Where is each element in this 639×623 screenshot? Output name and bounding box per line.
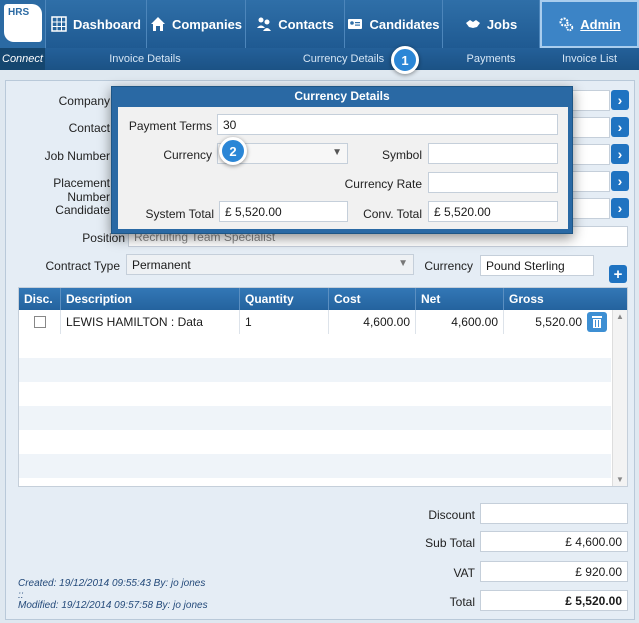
system-total-value: £ 5,520.00 bbox=[219, 201, 348, 222]
col-disc: Disc. bbox=[19, 288, 61, 310]
symbol-label: Symbol bbox=[381, 148, 422, 162]
contact-arrow-button[interactable]: › bbox=[611, 117, 629, 137]
trash-icon[interactable] bbox=[587, 312, 607, 332]
step-callout-2: 2 bbox=[219, 137, 247, 165]
modified-info: Modified: 19/12/2014 09:57:58 By: jo jon… bbox=[18, 600, 208, 611]
contact-label: Contact bbox=[68, 121, 110, 135]
symbol-input[interactable] bbox=[428, 143, 558, 164]
company-arrow-button[interactable]: › bbox=[611, 90, 629, 110]
home-icon bbox=[150, 17, 165, 31]
discount-input[interactable] bbox=[480, 503, 628, 524]
empty-row bbox=[19, 382, 611, 406]
add-row-button[interactable]: + bbox=[609, 265, 627, 283]
created-info: Created: 19/12/2014 09:55:43 By: jo jone… bbox=[18, 578, 206, 589]
candidate-arrow-button[interactable]: › bbox=[611, 198, 629, 218]
currency-rate-label: Currency Rate bbox=[344, 177, 422, 191]
empty-row bbox=[19, 358, 611, 382]
empty-row bbox=[19, 406, 611, 430]
hrs-logo: HRS bbox=[4, 4, 42, 42]
company-label: Company bbox=[58, 94, 110, 108]
gears-icon bbox=[559, 17, 574, 32]
logo-area: HRS bbox=[0, 0, 45, 48]
connect-label: Connect bbox=[0, 48, 45, 70]
currency-input[interactable]: Pound Sterling bbox=[480, 255, 594, 276]
dialog-body: Payment Terms 30 Currency ▼ Symbol Curre… bbox=[118, 107, 568, 229]
nav-contacts-label: Contacts bbox=[278, 16, 334, 32]
empty-row bbox=[19, 454, 611, 478]
empty-row bbox=[19, 430, 611, 454]
table-header: Disc. Description Quantity Cost Net Gros… bbox=[19, 288, 627, 310]
nav-contacts[interactable]: Contacts bbox=[245, 0, 344, 48]
nav-companies[interactable]: Companies bbox=[146, 0, 245, 48]
subtotal-value: £ 4,600.00 bbox=[480, 531, 628, 552]
nav-admin-label: Admin bbox=[580, 16, 621, 32]
currency-rate-input[interactable] bbox=[428, 172, 558, 193]
nav-companies-label: Companies bbox=[171, 16, 243, 32]
col-description: Description bbox=[61, 288, 240, 310]
col-net: Net bbox=[416, 288, 504, 310]
empty-row bbox=[19, 334, 611, 358]
placement-number-arrow-button[interactable]: › bbox=[611, 171, 629, 191]
top-nav: HRS Dashboard Companies Contacts Candida… bbox=[0, 0, 639, 48]
tab-invoice-list[interactable]: Invoice List bbox=[540, 48, 639, 70]
row-net: 4,600.00 bbox=[416, 310, 504, 334]
table-row[interactable]: LEWIS HAMILTON : Data 1 4,600.00 4,600.0… bbox=[19, 310, 611, 334]
table-scrollbar[interactable]: ▲ ▼ bbox=[612, 310, 627, 486]
col-quantity: Quantity bbox=[240, 288, 329, 310]
vat-value: £ 920.00 bbox=[480, 561, 628, 582]
disc-checkbox[interactable] bbox=[33, 316, 46, 328]
contract-type-value: Permanent bbox=[132, 258, 191, 272]
modal-currency-label: Currency bbox=[163, 148, 212, 162]
system-total-label: System Total bbox=[145, 207, 214, 221]
nav-admin[interactable]: Admin bbox=[539, 0, 639, 48]
chevron-down-icon: ▼ bbox=[398, 258, 408, 269]
candidate-label: Candidate bbox=[55, 203, 110, 217]
nav-dashboard[interactable]: Dashboard bbox=[45, 0, 146, 48]
row-description: LEWIS HAMILTON : Data bbox=[61, 310, 240, 334]
contract-type-label: Contract Type bbox=[45, 259, 120, 273]
vat-label: VAT bbox=[453, 566, 475, 580]
sub-nav: Connect Invoice Details Currency Details… bbox=[0, 48, 639, 70]
total-value: £ 5,520.00 bbox=[480, 590, 628, 611]
payment-terms-input[interactable]: 30 bbox=[217, 114, 558, 135]
col-cost: Cost bbox=[329, 288, 416, 310]
job-number-arrow-button[interactable]: › bbox=[611, 144, 629, 164]
scroll-up-icon[interactable]: ▲ bbox=[616, 312, 624, 321]
people-icon bbox=[257, 17, 272, 31]
scroll-down-icon[interactable]: ▼ bbox=[616, 475, 624, 484]
contract-type-select[interactable]: Permanent ▼ bbox=[126, 254, 414, 275]
row-gross: 5,520.00 bbox=[535, 315, 582, 329]
currency-label: Currency bbox=[424, 259, 473, 273]
total-label: Total bbox=[449, 595, 475, 609]
row-cost: 4,600.00 bbox=[329, 310, 416, 334]
dialog-title: Currency Details bbox=[294, 89, 390, 103]
tab-invoice-details[interactable]: Invoice Details bbox=[45, 48, 245, 70]
job-number-label: Job Number bbox=[44, 149, 110, 163]
nav-candidates-label: Candidates bbox=[369, 16, 440, 32]
nav-dashboard-label: Dashboard bbox=[73, 16, 141, 32]
payment-terms-label: Payment Terms bbox=[128, 119, 212, 133]
row-quantity: 1 bbox=[240, 310, 329, 334]
tab-payments[interactable]: Payments bbox=[442, 48, 540, 70]
conv-total-value: £ 5,520.00 bbox=[428, 201, 558, 222]
position-label: Position bbox=[82, 231, 125, 245]
chevron-down-icon: ▼ bbox=[332, 147, 342, 158]
nav-jobs-label: Jobs bbox=[486, 16, 518, 32]
conv-total-label: Conv. Total bbox=[363, 207, 422, 221]
grid-icon bbox=[51, 16, 67, 32]
step-callout-1: 1 bbox=[391, 46, 419, 74]
discount-label: Discount bbox=[428, 508, 475, 522]
currency-details-dialog: Currency Details Payment Terms 30 Curren… bbox=[111, 86, 573, 234]
col-gross: Gross bbox=[509, 292, 544, 306]
nav-candidates[interactable]: Candidates bbox=[344, 0, 442, 48]
invoice-lines-table: Disc. Description Quantity Cost Net Gros… bbox=[18, 287, 628, 487]
id-card-icon bbox=[348, 19, 363, 29]
subtotal-label: Sub Total bbox=[425, 536, 475, 550]
placement-number-label: Placement Number bbox=[53, 176, 110, 204]
nav-jobs[interactable]: Jobs bbox=[442, 0, 539, 48]
handshake-icon bbox=[465, 20, 480, 28]
